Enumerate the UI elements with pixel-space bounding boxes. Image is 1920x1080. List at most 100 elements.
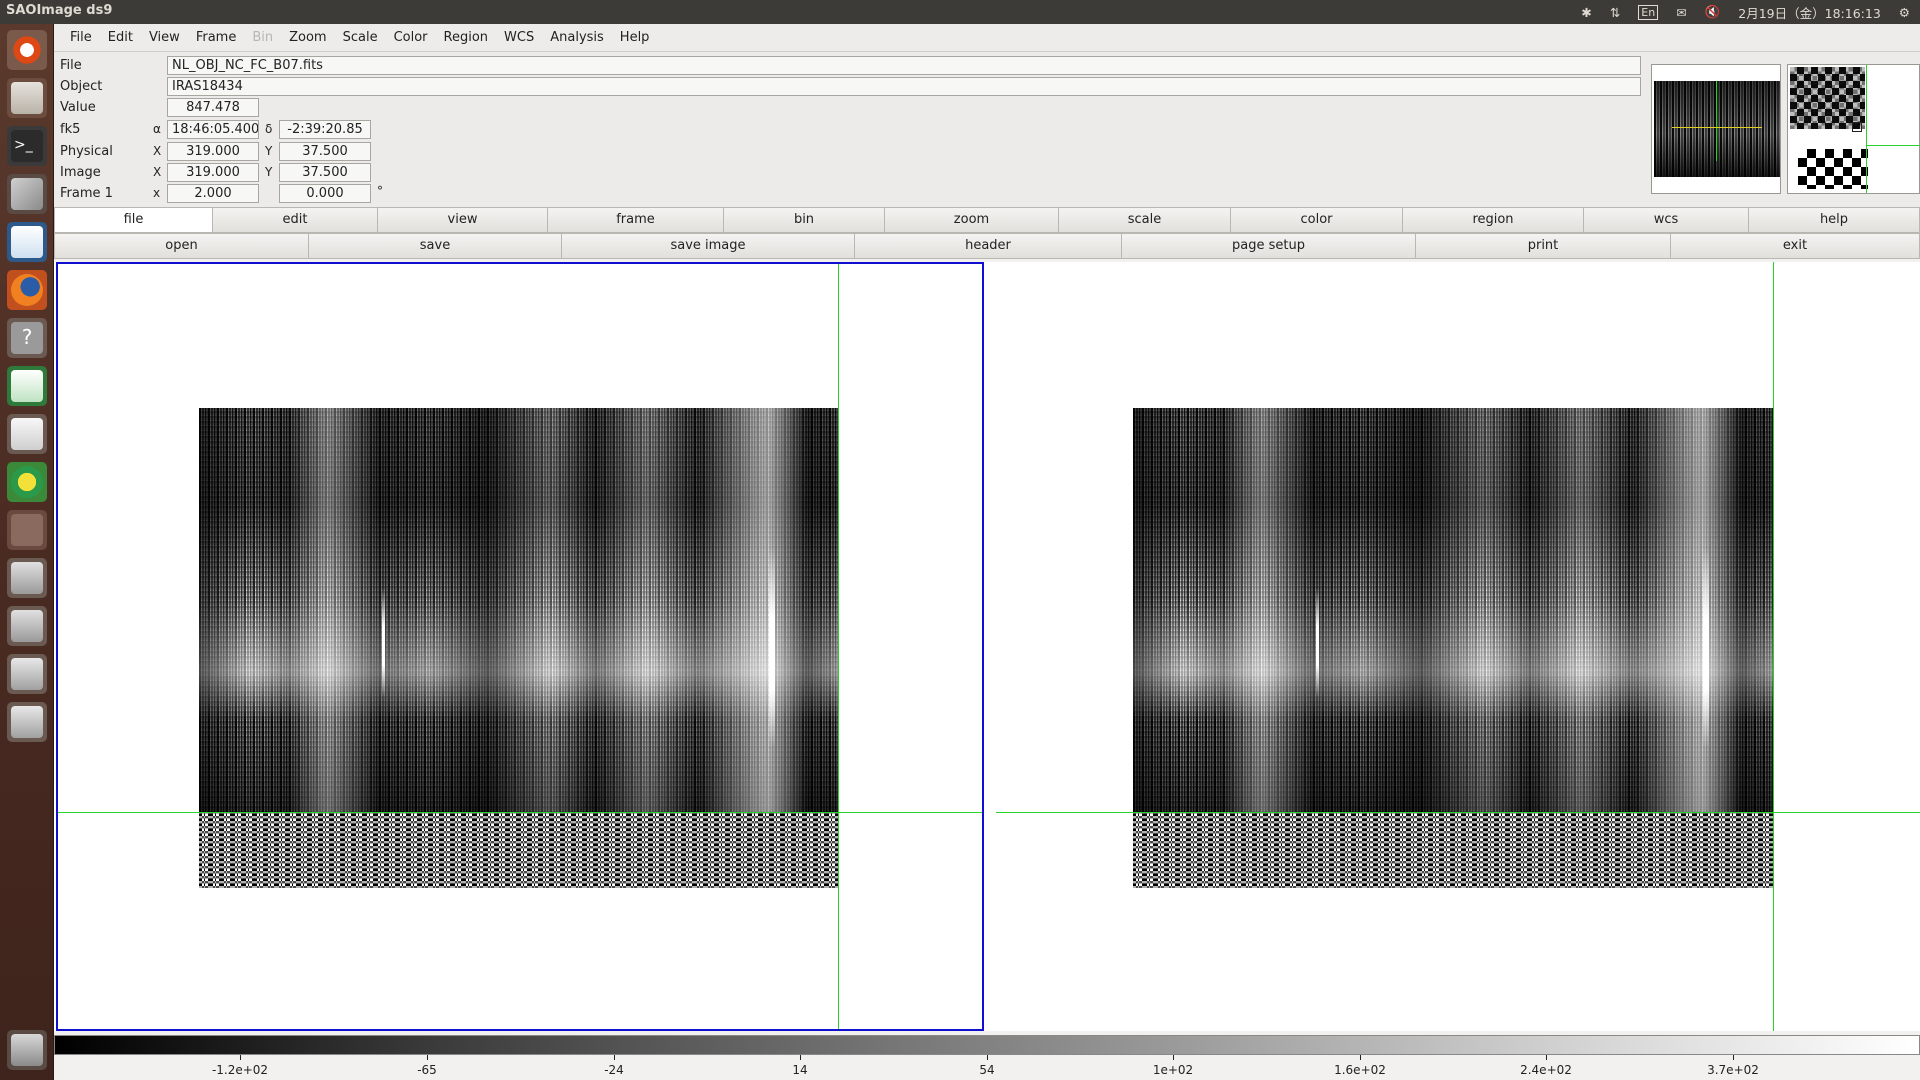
- btn-header[interactable]: header: [855, 233, 1122, 259]
- btn-edit[interactable]: edit: [213, 207, 378, 233]
- btn-zoom[interactable]: zoom: [885, 207, 1059, 233]
- panner-axis: [1672, 127, 1762, 128]
- dec-field: -2:39:20.85: [279, 120, 371, 139]
- magnifier-view: [1790, 67, 1865, 129]
- menu-scale[interactable]: Scale: [335, 30, 386, 45]
- btn-save[interactable]: save: [309, 233, 562, 259]
- files-icon[interactable]: [7, 78, 47, 118]
- btn-frame[interactable]: frame: [548, 207, 724, 233]
- tick-label: -65: [417, 1063, 437, 1077]
- button-bar-file: open save save image header page setup p…: [54, 233, 1920, 259]
- system-tray: ✱ ⇅ En ✉ 🔇 2月19日（金）18:16:13 ⚙: [1581, 0, 1920, 24]
- colorbar[interactable]: [54, 1035, 1920, 1055]
- image-y-label: Y: [265, 165, 273, 179]
- fits-image-1[interactable]: [199, 408, 839, 888]
- btn-region[interactable]: region: [1403, 207, 1584, 233]
- calc-icon[interactable]: [7, 366, 47, 406]
- dropbox-icon[interactable]: ✱: [1581, 5, 1591, 20]
- window-icon[interactable]: [7, 510, 47, 550]
- btn-scale[interactable]: scale: [1059, 207, 1231, 233]
- btn-wcs[interactable]: wcs: [1584, 207, 1749, 233]
- trash-icon[interactable]: [7, 1030, 47, 1070]
- tick-mark: [1546, 1055, 1547, 1060]
- ubuntu-home-icon[interactable]: [7, 30, 47, 70]
- tick-mark: [1733, 1055, 1734, 1060]
- btn-print[interactable]: print: [1416, 233, 1671, 259]
- colorbar-ticks: -1.2e+02 -65 -24 14 54 1e+02 1.6e+02 2.4…: [54, 1055, 1920, 1080]
- mail-icon[interactable]: ✉: [1676, 5, 1686, 20]
- value-label: Value: [60, 100, 96, 115]
- network-icon[interactable]: ⇅: [1610, 5, 1620, 20]
- magnifier-crosshair-h: [1866, 145, 1920, 146]
- btn-color[interactable]: color: [1231, 207, 1403, 233]
- physical-label: Physical: [60, 144, 113, 159]
- btn-view[interactable]: view: [378, 207, 548, 233]
- btn-page-setup[interactable]: page setup: [1122, 233, 1416, 259]
- menu-help[interactable]: Help: [612, 30, 658, 45]
- clock[interactable]: 2月19日（金）18:16:13: [1738, 3, 1881, 22]
- btn-bin[interactable]: bin: [724, 207, 885, 233]
- volume-muted-icon[interactable]: 🔇: [1705, 4, 1721, 20]
- text-editor-icon[interactable]: [7, 414, 47, 454]
- usb-drive-icon[interactable]: [7, 654, 47, 694]
- object-label: Object: [60, 79, 103, 94]
- tick-label: 1.6e+02: [1334, 1063, 1386, 1077]
- btn-open[interactable]: open: [54, 233, 309, 259]
- image-y-field: 37.500: [279, 163, 371, 182]
- tick-mark: [427, 1055, 428, 1060]
- menu-view[interactable]: View: [141, 30, 188, 45]
- menu-file[interactable]: File: [62, 30, 100, 45]
- btn-help[interactable]: help: [1749, 207, 1920, 233]
- terminal-icon[interactable]: >_: [7, 126, 47, 166]
- frame-1[interactable]: [56, 262, 984, 1031]
- menu-color[interactable]: Color: [386, 30, 436, 45]
- menu-wcs[interactable]: WCS: [496, 30, 542, 45]
- magnifier-crosshair-v: [1866, 65, 1867, 193]
- panner-thumbnail: [1654, 81, 1780, 177]
- tick-mark: [614, 1055, 615, 1060]
- tick-label: -24: [604, 1063, 624, 1077]
- system-settings-icon[interactable]: [7, 174, 47, 214]
- magnifier: [1787, 64, 1920, 194]
- drive-icon-2[interactable]: [7, 606, 47, 646]
- tick-label: -1.2e+02: [211, 1063, 269, 1077]
- tick-label: 1e+02: [1152, 1063, 1194, 1077]
- faint-line-2: [1316, 588, 1319, 698]
- physical-y-label: Y: [265, 144, 273, 158]
- btn-save-image[interactable]: save image: [562, 233, 855, 259]
- menu-zoom[interactable]: Zoom: [281, 30, 334, 45]
- menu-frame[interactable]: Frame: [188, 30, 245, 45]
- menu-analysis[interactable]: Analysis: [542, 30, 612, 45]
- image-label: Image: [60, 165, 101, 180]
- window-title: SAOImage ds9: [6, 3, 113, 18]
- settings-gear-icon[interactable]: ⚙: [1899, 5, 1910, 20]
- zoom-field: 2.000: [167, 184, 259, 203]
- menu-region[interactable]: Region: [436, 30, 497, 45]
- ds9-icon[interactable]: [7, 462, 47, 502]
- fits-image-2[interactable]: [1133, 408, 1773, 888]
- menu-edit[interactable]: Edit: [100, 30, 141, 45]
- faint-line-1: [382, 588, 385, 698]
- magnifier-view-bottom: [1798, 149, 1868, 189]
- crosshair-horizontal-1: [58, 812, 982, 813]
- image-display[interactable]: [54, 262, 1920, 1031]
- tick-mark: [1173, 1055, 1174, 1060]
- panner[interactable]: [1651, 64, 1781, 194]
- btn-file[interactable]: file: [54, 207, 213, 233]
- help-icon[interactable]: ?: [7, 318, 47, 358]
- alpha-symbol: α: [153, 122, 161, 136]
- drive-icon[interactable]: [7, 558, 47, 598]
- tick-label: 54: [979, 1063, 995, 1077]
- btn-exit[interactable]: exit: [1671, 233, 1920, 259]
- keyboard-indicator[interactable]: En: [1638, 4, 1659, 20]
- writer-icon[interactable]: [7, 222, 47, 262]
- menu-bin: Bin: [252, 30, 274, 45]
- tick-mark: [800, 1055, 801, 1060]
- frame-2[interactable]: [990, 262, 1920, 1031]
- physical-y-field: 37.500: [279, 142, 371, 161]
- menu-bar: File Edit View Frame Bin Zoom Scale Colo…: [54, 24, 1920, 52]
- firefox-icon[interactable]: [7, 270, 47, 310]
- usb-drive-icon-2[interactable]: [7, 702, 47, 742]
- image-noise-band-2: [1133, 813, 1773, 888]
- fk5-label: fk5: [60, 122, 81, 137]
